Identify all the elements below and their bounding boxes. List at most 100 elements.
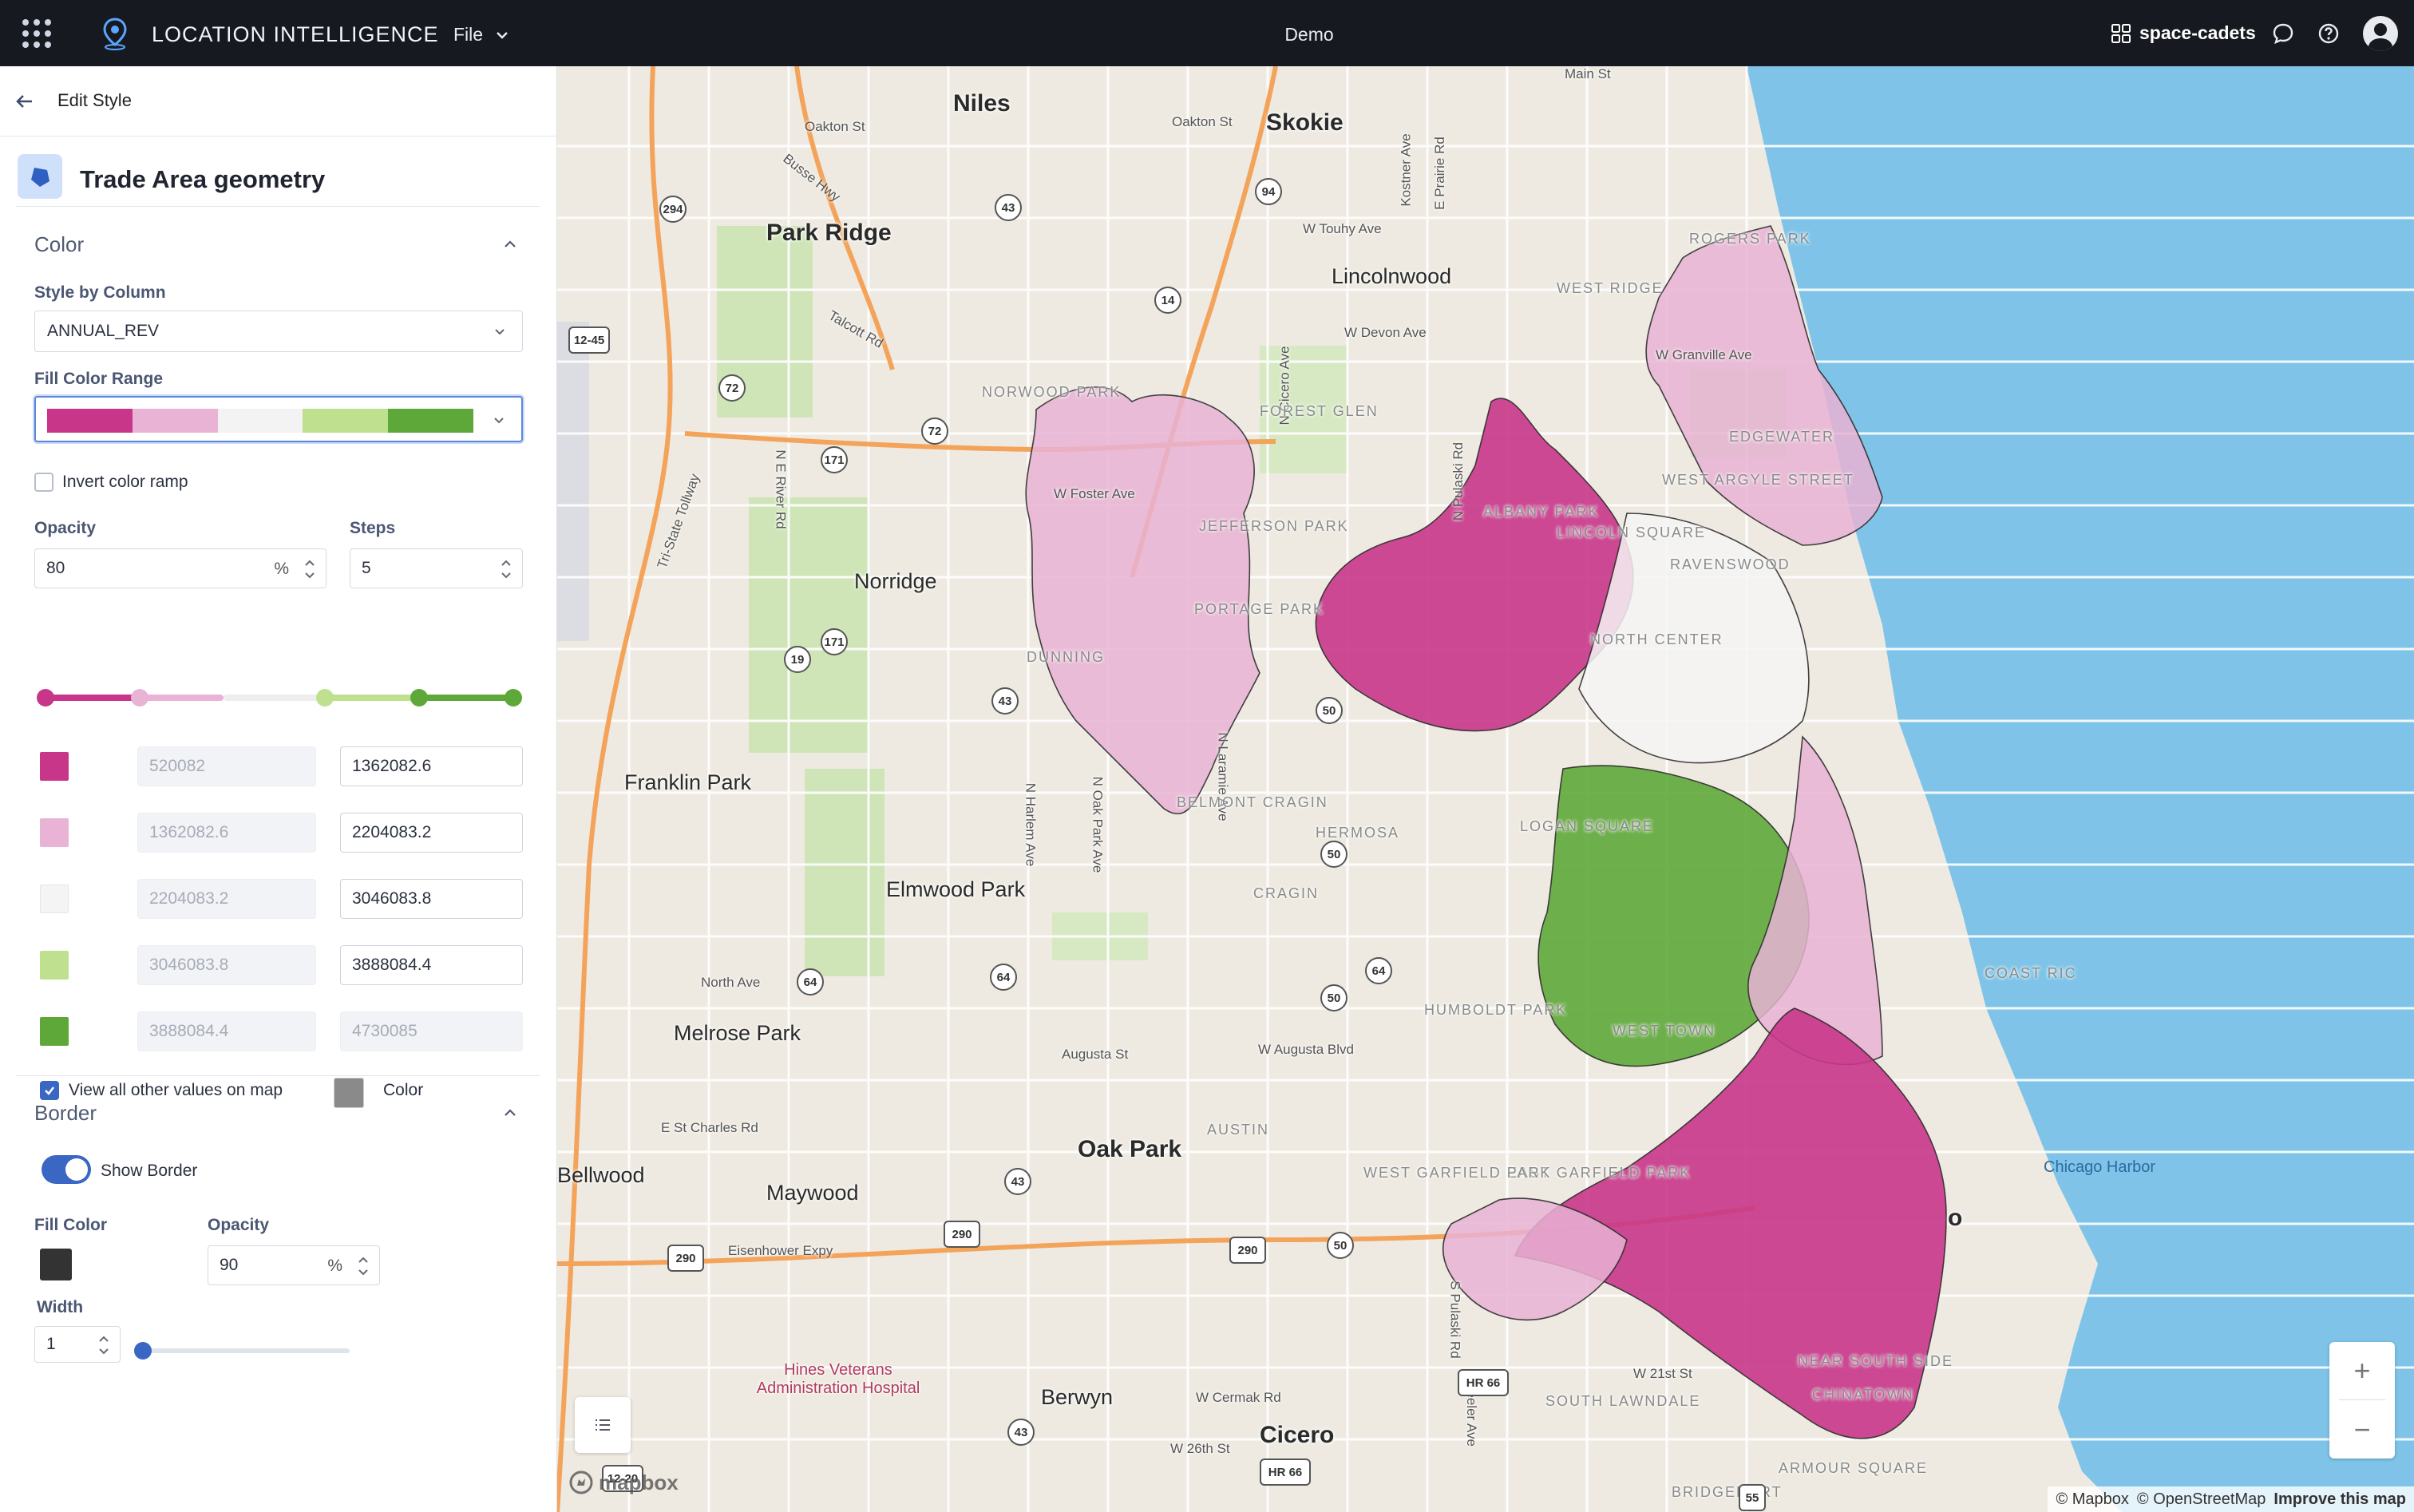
border-width-value: 1 — [46, 1335, 56, 1353]
file-menu[interactable]: File — [453, 24, 510, 46]
fill-color-range-select[interactable] — [34, 396, 523, 442]
range-slider-segment — [139, 695, 224, 701]
trade-area-polygons[interactable] — [1025, 225, 1947, 1439]
highway-shield: 72 — [921, 418, 948, 445]
legend-toggle-button[interactable] — [575, 1397, 631, 1453]
break-color-swatch[interactable] — [40, 1017, 69, 1046]
highway-shield: 50 — [1320, 984, 1347, 1011]
street-label: North Ave — [701, 975, 761, 990]
border-width-slider-handle[interactable] — [134, 1342, 152, 1360]
attribution-mapbox-link[interactable]: © Mapbox — [2056, 1490, 2128, 1509]
map-canvas[interactable]: Niles Skokie Park Ridge Lincolnwood Norr… — [557, 66, 2414, 1512]
border-opacity-input[interactable]: 90 % — [208, 1245, 380, 1285]
highway-shield: 171 — [821, 446, 848, 473]
zoom-in-button[interactable]: + — [2329, 1342, 2395, 1399]
range-slider-handle[interactable] — [316, 689, 334, 707]
border-width-label: Width — [37, 1298, 84, 1316]
percent-unit: % — [274, 560, 289, 578]
chevron-down-icon — [494, 418, 504, 424]
stepper-arrows-icon[interactable] — [355, 1251, 371, 1281]
chevron-up-icon[interactable] — [500, 1102, 520, 1123]
range-slider-handle[interactable] — [505, 689, 522, 707]
zoom-out-button[interactable]: − — [2329, 1401, 2395, 1459]
opacity-input[interactable]: 80 % — [34, 548, 326, 588]
border-section-title[interactable]: Border — [34, 1101, 97, 1126]
neighborhood-label: ARMOUR SQUARE — [1779, 1460, 1929, 1476]
user-avatar[interactable] — [2363, 16, 2398, 51]
break-color-swatch[interactable] — [40, 818, 69, 847]
break-color-swatch[interactable] — [40, 951, 69, 980]
panel-title: Edit Style — [57, 90, 132, 110]
document-title: Demo — [1284, 24, 1334, 45]
fill-color-range-label: Fill Color Range — [34, 370, 164, 388]
invert-color-ramp-label: Invert color ramp — [62, 473, 188, 491]
break-from-value: 1362082.6 — [137, 813, 316, 853]
stepper-arrows-icon[interactable] — [96, 1330, 112, 1360]
street-label: Main St — [1565, 66, 1611, 81]
neighborhood-label: WEST GARFIELD PARK — [1363, 1165, 1552, 1181]
neighborhood-label: WEST TOWN — [1613, 1023, 1716, 1039]
range-slider-handle[interactable] — [37, 689, 54, 707]
view-all-values-checkbox[interactable] — [40, 1081, 59, 1100]
chevron-up-icon[interactable] — [500, 234, 520, 255]
org-switcher[interactable]: space-cadets — [2111, 22, 2256, 44]
border-width-slider-track[interactable] — [137, 1348, 350, 1353]
range-slider-handle[interactable] — [410, 689, 428, 707]
break-to-input[interactable]: 3046083.8 — [340, 879, 523, 919]
street-label: S Pulaski Rd — [1447, 1280, 1463, 1359]
break-from-value: 2204083.2 — [137, 879, 316, 919]
back-arrow-icon[interactable] — [11, 89, 37, 114]
org-name: space-cadets — [2139, 22, 2256, 43]
other-values-color-swatch[interactable] — [334, 1078, 364, 1108]
highway-shield: 43 — [1007, 1419, 1035, 1446]
neighborhood-label: HERMOSA — [1316, 825, 1400, 841]
break-color-swatch[interactable] — [40, 885, 69, 913]
highway-shield: 290 — [667, 1245, 704, 1272]
break-to-input[interactable]: 1362082.6 — [340, 746, 523, 786]
other-values-color-label: Color — [383, 1081, 424, 1099]
app-grid-icon[interactable] — [22, 19, 51, 48]
edit-style-panel: Edit Style Trade Area geometry Color Sty… — [0, 66, 557, 1512]
color-ramp-preview — [47, 409, 473, 433]
break-to-input[interactable]: 2204083.2 — [340, 813, 523, 853]
map-attribution: © Mapbox © OpenStreetMap Improve this ma… — [2048, 1486, 2414, 1512]
invert-color-ramp-checkbox[interactable] — [34, 473, 53, 492]
airport-area — [557, 322, 589, 641]
break-to-input[interactable]: 3888084.4 — [340, 945, 523, 985]
neighborhood-label: LINCOLN SQUARE — [1557, 524, 1707, 540]
highway-shield: 12-45 — [568, 327, 610, 354]
break-color-swatch[interactable] — [40, 752, 69, 781]
improve-map-link[interactable]: Improve this map — [2274, 1490, 2406, 1509]
style-by-column-select[interactable]: ANNUAL_REV — [34, 311, 523, 352]
steps-input[interactable]: 5 — [350, 548, 523, 588]
show-border-toggle[interactable] — [42, 1155, 91, 1184]
place-label: Berwyn — [1041, 1385, 1114, 1409]
steps-label: Steps — [350, 519, 396, 537]
mapbox-logo[interactable]: mapbox — [568, 1470, 679, 1495]
park-area — [805, 769, 884, 976]
chat-icon[interactable] — [2270, 21, 2296, 46]
street-label: E St Charles Rd — [661, 1120, 758, 1135]
highway-shield: 64 — [797, 968, 824, 995]
range-slider-segment — [224, 695, 324, 701]
steps-value: 5 — [362, 559, 371, 577]
color-section-title[interactable]: Color — [34, 232, 84, 257]
break-to-input: 4730085 — [340, 1011, 523, 1051]
ramp-swatch — [217, 409, 303, 433]
range-slider-handle[interactable] — [131, 689, 148, 707]
neighborhood-label: EDGEWATER — [1729, 429, 1835, 445]
help-icon[interactable] — [2316, 21, 2341, 46]
highway-shield: 55 — [1739, 1484, 1766, 1511]
street-label: Kostner Ave — [1398, 133, 1414, 207]
ramp-swatch — [388, 409, 473, 433]
attribution-osm-link[interactable]: © OpenStreetMap — [2137, 1490, 2266, 1509]
border-width-input[interactable]: 1 — [34, 1326, 121, 1363]
stepper-arrows-icon[interactable] — [302, 554, 318, 584]
checkmark-icon — [45, 1087, 54, 1095]
place-label: Cicero — [1260, 1422, 1335, 1448]
stepper-arrows-icon[interactable] — [498, 554, 514, 584]
street-label: N Oak Park Ave — [1090, 776, 1106, 873]
place-label: Park Ridge — [766, 220, 892, 246]
location-pin-icon — [103, 18, 127, 50]
border-color-swatch[interactable] — [40, 1249, 72, 1280]
